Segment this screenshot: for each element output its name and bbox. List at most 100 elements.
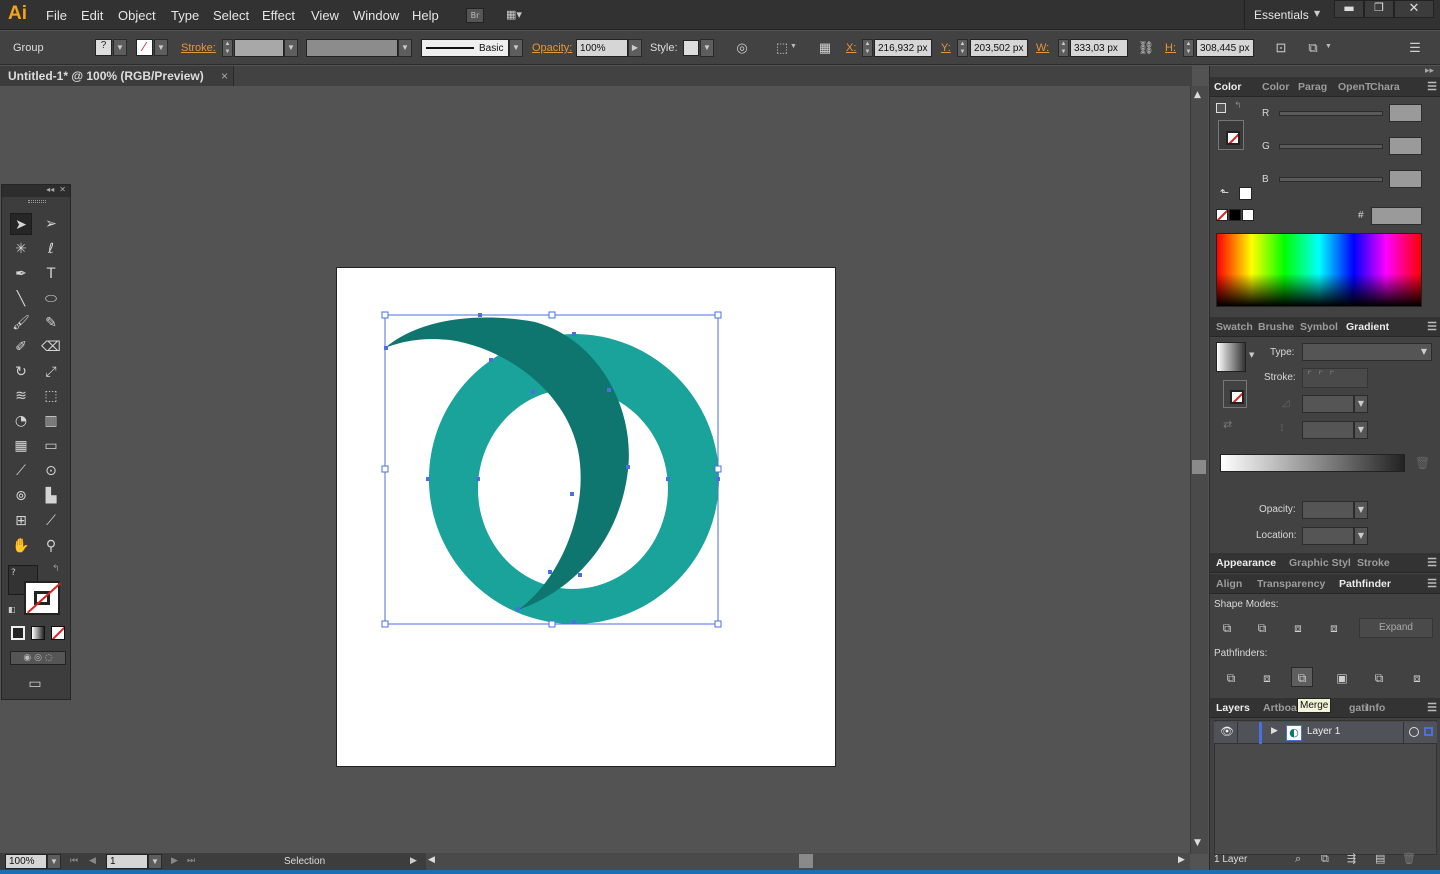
expand-button[interactable]: Expand: [1359, 618, 1433, 638]
tab-opentype[interactable]: OpenT: [1338, 81, 1371, 93]
new-sublayer-icon[interactable]: ⇶: [1347, 852, 1356, 865]
panel-menu-icon[interactable]: ☰: [1427, 320, 1437, 333]
scroll-left-icon[interactable]: ◀: [428, 855, 435, 865]
color-spectrum[interactable]: [1216, 233, 1422, 307]
zoom-dropdown[interactable]: ▼: [47, 854, 61, 869]
out-of-gamut-icon[interactable]: ⬑: [1220, 186, 1229, 199]
panel-menu-icon[interactable]: ☰: [1427, 701, 1437, 714]
tab-navigator[interactable]: gati: [1349, 702, 1368, 714]
tab-symbols[interactable]: Symbol: [1300, 321, 1338, 333]
white-swatch[interactable]: [1242, 209, 1254, 221]
aspect-ratio-field[interactable]: [1302, 421, 1354, 439]
stop-opacity-field[interactable]: [1302, 501, 1354, 519]
status-menu-icon[interactable]: ▶: [410, 855, 417, 866]
tab-character[interactable]: Chara: [1370, 81, 1400, 93]
unite-icon[interactable]: ⧉: [1216, 618, 1238, 638]
tab-paragraph[interactable]: Parag: [1298, 81, 1327, 93]
tab-artboards[interactable]: Artboa: [1263, 702, 1297, 714]
web-safe-swatch[interactable]: [1239, 187, 1252, 200]
aspect-ratio-dropdown[interactable]: ▼: [1354, 421, 1368, 439]
make-clipping-mask-icon[interactable]: ⧉: [1321, 852, 1329, 866]
eye-icon[interactable]: 👁: [1220, 725, 1234, 738]
tab-transparency[interactable]: Transparency: [1257, 578, 1325, 590]
tab-color[interactable]: Color: [1214, 81, 1241, 93]
reverse-gradient-icon[interactable]: ⇄: [1223, 418, 1232, 431]
r-field[interactable]: [1389, 104, 1422, 122]
fill-proxy-icon[interactable]: [1216, 103, 1226, 113]
stroke-gradient-buttons[interactable]: ⌜⌜⌜: [1302, 368, 1368, 388]
tab-swatches[interactable]: Swatch: [1216, 321, 1253, 333]
merge-icon[interactable]: ⧉: [1291, 667, 1313, 687]
selection-indicator[interactable]: [1424, 727, 1433, 736]
locate-object-icon[interactable]: ⌕: [1295, 852, 1301, 866]
last-artboard-icon[interactable]: ⏭: [187, 855, 195, 866]
trim-icon[interactable]: ⧈: [1256, 668, 1278, 688]
stop-opacity-dropdown[interactable]: ▼: [1354, 501, 1368, 519]
tab-info[interactable]: Info: [1366, 702, 1385, 714]
location-field[interactable]: [1302, 527, 1354, 545]
chevron-down-icon[interactable]: ▼: [1421, 347, 1427, 356]
scroll-thumb[interactable]: [799, 854, 813, 868]
stroke-proxy[interactable]: [1218, 120, 1244, 150]
r-label: R: [1262, 108, 1270, 119]
layer-name[interactable]: Layer 1: [1307, 726, 1340, 737]
artboard-number-field[interactable]: 1: [106, 854, 148, 869]
none-swatch[interactable]: [1216, 209, 1228, 221]
black-swatch[interactable]: [1229, 209, 1241, 221]
swap-icon[interactable]: ↰: [1234, 101, 1242, 111]
zoom-field[interactable]: 100%: [5, 854, 47, 869]
b-slider[interactable]: [1279, 177, 1383, 182]
b-field[interactable]: [1389, 170, 1422, 188]
angle-field[interactable]: [1302, 395, 1354, 413]
angle-dropdown[interactable]: ▼: [1354, 395, 1368, 413]
intersect-icon[interactable]: ⧈: [1287, 618, 1309, 638]
delete-stop-icon[interactable]: 🗑: [1415, 456, 1430, 470]
type-label: Type:: [1270, 347, 1295, 358]
gradient-preview-swatch[interactable]: [1216, 342, 1246, 372]
crop-icon[interactable]: ▣: [1331, 668, 1353, 688]
tab-stroke[interactable]: Stroke: [1357, 557, 1390, 569]
panel-menu-icon[interactable]: ☰: [1427, 80, 1437, 93]
gradient-slider[interactable]: [1220, 454, 1405, 472]
horizontal-scrollbar[interactable]: ◀ ▶: [426, 853, 1190, 870]
tab-gradient[interactable]: Gradient: [1346, 321, 1389, 333]
target-icon[interactable]: [1409, 727, 1419, 737]
first-artboard-icon[interactable]: ⏮: [70, 855, 78, 866]
expand-layer-icon[interactable]: ▶: [1271, 726, 1278, 736]
panel-menu-icon[interactable]: ☰: [1427, 577, 1437, 590]
r-slider[interactable]: [1279, 111, 1383, 116]
previous-artboard-icon[interactable]: ◀: [89, 855, 96, 866]
artboard-dropdown[interactable]: ▼: [148, 854, 162, 869]
new-layer-icon[interactable]: ▤: [1375, 852, 1385, 865]
tab-brushes[interactable]: Brushe: [1258, 321, 1294, 333]
scroll-up-icon[interactable]: ▲: [1194, 90, 1201, 100]
scroll-right-icon[interactable]: ▶: [1178, 855, 1185, 865]
gradient-stroke-proxy[interactable]: [1223, 380, 1247, 408]
outline-icon[interactable]: ⧉: [1368, 668, 1390, 688]
tab-graphic-styles[interactable]: Graphic Styl: [1289, 557, 1351, 569]
collapse-panels-icon[interactable]: ▸▸: [1425, 66, 1434, 76]
chevron-down-icon[interactable]: ▼: [1249, 351, 1254, 359]
layer-row[interactable]: 👁 ▶ ◐ Layer 1: [1214, 722, 1437, 744]
type-dropdown[interactable]: ▼: [1302, 343, 1432, 361]
location-dropdown[interactable]: ▼: [1354, 527, 1368, 545]
panel-menu-icon[interactable]: ☰: [1427, 556, 1437, 569]
tab-appearance[interactable]: Appearance: [1216, 557, 1276, 569]
tab-color-guide[interactable]: Color: [1262, 81, 1289, 93]
minus-front-icon[interactable]: ⧉: [1251, 618, 1273, 638]
exclude-icon[interactable]: ⧈: [1323, 618, 1345, 638]
minus-back-icon[interactable]: ⧈: [1406, 668, 1428, 688]
divide-icon[interactable]: ⧉: [1220, 668, 1242, 688]
delete-layer-icon[interactable]: 🗑: [1402, 852, 1416, 865]
scroll-down-icon[interactable]: ▼: [1194, 838, 1201, 848]
vertical-scrollbar[interactable]: ▲ ▼: [1190, 86, 1208, 854]
tab-pathfinder[interactable]: Pathfinder: [1339, 578, 1391, 590]
next-artboard-icon[interactable]: ▶: [171, 855, 178, 866]
g-field[interactable]: [1389, 137, 1422, 155]
g-slider[interactable]: [1279, 144, 1383, 149]
tab-align[interactable]: Align: [1216, 578, 1242, 590]
tab-layers[interactable]: Layers: [1216, 702, 1250, 714]
scroll-thumb[interactable]: [1192, 460, 1206, 474]
hex-field[interactable]: [1371, 207, 1422, 225]
angle-icon: ◿: [1282, 398, 1290, 409]
